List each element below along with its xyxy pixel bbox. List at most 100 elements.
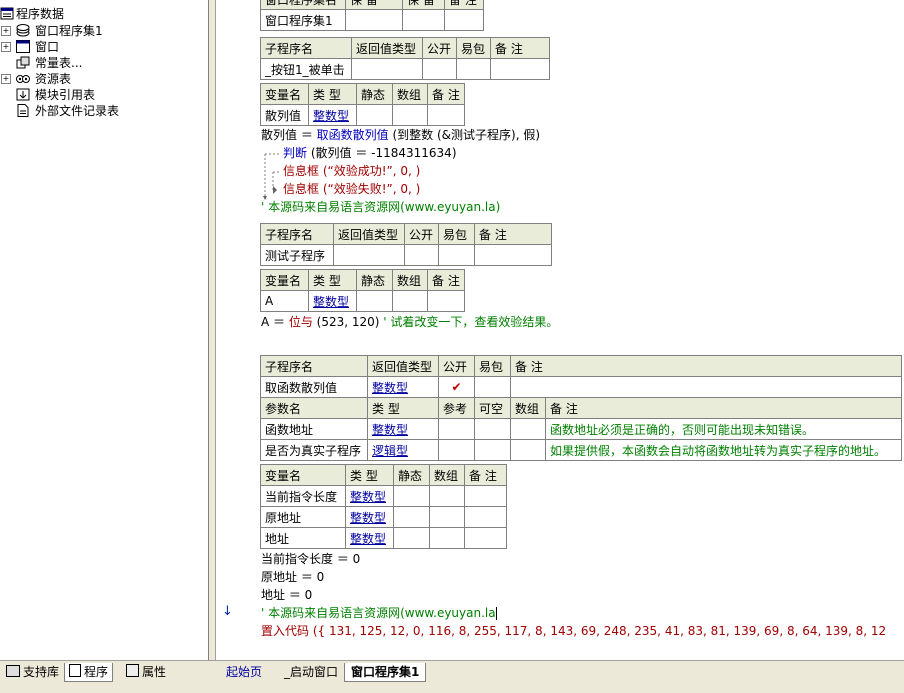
table-cell[interactable] — [474, 376, 511, 398]
table-header-cell: 子程序名 — [260, 37, 352, 59]
table-header-cell: 保 留 — [402, 0, 445, 10]
table-cell[interactable] — [490, 58, 550, 80]
comment-line[interactable]: ' 本源码来自易语言资源网(www.eyuyan.la) — [261, 198, 500, 216]
public-check-icon[interactable]: ✔ — [438, 376, 475, 398]
type-link[interactable]: 整数型 — [367, 418, 439, 440]
subroutine-table: 子程序名 返回值类型 公开 易包 备 注 _按钮1_被单击 — [260, 37, 550, 80]
table-cell[interactable]: 当前指令长度 — [260, 485, 346, 507]
tab-label: 支持库 — [23, 665, 60, 679]
table-cell[interactable] — [444, 9, 484, 31]
tab-support-library[interactable]: 支持库 — [2, 663, 63, 681]
code-line[interactable]: 置入代码 ({ 131, 125, 12, 0, 116, 8, 255, 11… — [261, 622, 886, 640]
type-link[interactable]: 整数型 — [345, 506, 394, 528]
type-link[interactable]: 逻辑型 — [367, 439, 439, 461]
code-line[interactable]: 当前指令长度 ＝ 0 — [261, 550, 360, 568]
type-link[interactable]: 整数型 — [367, 376, 439, 398]
tab-start-page[interactable]: 起始页 — [220, 663, 268, 681]
code-line[interactable]: 信息框 (“效验成功!”, 0, ) — [283, 162, 420, 180]
tree-item-label: 窗口程序集1 — [35, 24, 103, 38]
table-cell[interactable] — [510, 439, 546, 461]
comment-line[interactable]: ' 本源码来自易语言资源网(www.eyuyan.la — [261, 604, 497, 622]
table-cell[interactable] — [438, 418, 475, 440]
tree-item-label: 资源表 — [35, 72, 72, 86]
table-cell[interactable] — [333, 244, 405, 266]
panel-splitter[interactable] — [208, 0, 215, 660]
code-line[interactable]: A ＝ 位与 (523, 120) ' 试着改变一下，查看效验结果。 — [261, 313, 558, 331]
table-cell[interactable]: 原地址 — [260, 506, 346, 528]
table-header-cell: 参考 — [438, 397, 475, 419]
table-cell[interactable]: 是否为真实子程序 — [260, 439, 368, 461]
table-cell[interactable]: 散列值 — [260, 104, 309, 126]
comment-text: ' 试着改变一下，查看效验结果。 — [379, 315, 559, 329]
expand-toggle[interactable]: + — [1, 42, 11, 52]
table-cell[interactable] — [474, 244, 552, 266]
table-cell[interactable] — [393, 485, 430, 507]
table-header-cell: 保 留 — [345, 0, 403, 10]
table-cell[interactable] — [393, 506, 430, 528]
table-cell[interactable] — [429, 527, 465, 549]
code-editor[interactable]: 窗口程序集名 保 留 保 留 备 注 窗口程序集1 子程序名 返回值类型 公开 … — [256, 0, 904, 660]
table-header-cell: 类 型 — [308, 83, 357, 105]
table-cell[interactable] — [510, 376, 902, 398]
expand-toggle[interactable]: + — [1, 26, 11, 36]
code-line[interactable]: 原地址 ＝ 0 — [261, 568, 324, 586]
table-cell[interactable] — [356, 104, 393, 126]
table-cell[interactable]: 窗口程序集1 — [260, 9, 346, 31]
table-cell[interactable] — [402, 9, 445, 31]
code-line[interactable]: 地址 ＝ 0 — [261, 586, 312, 604]
table-cell[interactable] — [438, 439, 475, 461]
type-link[interactable]: 整数型 — [308, 290, 357, 312]
table-cell[interactable]: 函数地址 — [260, 418, 368, 440]
table-cell[interactable] — [438, 244, 475, 266]
tab-program[interactable]: 程序 — [64, 663, 114, 682]
table-cell[interactable]: 地址 — [260, 527, 346, 549]
table-header-cell: 备 注 — [464, 464, 507, 486]
table-cell[interactable]: A — [260, 290, 309, 312]
table-cell[interactable] — [351, 58, 423, 80]
table-cell[interactable] — [464, 527, 507, 549]
table-header-cell: 公开 — [404, 223, 439, 245]
param-comment[interactable]: 函数地址必须是正确的，否则可能出现未知错误。 — [545, 418, 902, 440]
table-cell[interactable] — [345, 9, 403, 31]
tree-root-label: 程序数据 — [16, 7, 65, 21]
table-cell[interactable] — [429, 485, 465, 507]
type-link[interactable]: 整数型 — [308, 104, 357, 126]
table-header-cell: 备 注 — [490, 37, 550, 59]
table-header-cell: 备 注 — [427, 83, 465, 105]
code-line[interactable]: 散列值 ＝ 取函数散列值 (到整数 (&测试子程序), 假) — [261, 126, 540, 144]
code-line[interactable]: 判断 (散列值 ＝ -1184311634) — [283, 144, 457, 162]
table-header-cell: 易包 — [456, 37, 491, 59]
type-link[interactable]: 整数型 — [345, 485, 394, 507]
table-cell[interactable] — [429, 506, 465, 528]
table-cell[interactable] — [510, 418, 546, 440]
table-cell[interactable] — [356, 290, 393, 312]
table-cell[interactable] — [404, 244, 439, 266]
table-cell[interactable]: 测试子程序 — [260, 244, 334, 266]
properties-icon — [126, 664, 139, 677]
table-header-cell: 备 注 — [474, 223, 552, 245]
table-cell[interactable] — [464, 506, 507, 528]
tab-startup-window[interactable]: _启动窗口 — [278, 663, 344, 681]
table-header-cell: 类 型 — [308, 269, 357, 291]
tab-properties[interactable]: 属性 — [122, 663, 170, 681]
table-cell[interactable] — [427, 290, 465, 312]
tree-item-label: 模块引用表 — [35, 88, 96, 102]
tab-window-assembly[interactable]: 窗口程序集1 — [344, 663, 427, 682]
constant-icon — [16, 56, 30, 69]
param-comment[interactable]: 如果提供假，本函数会自动将函数地址转为真实子程序的地址。 — [545, 439, 902, 461]
code-line[interactable]: 信息框 (“效验失败!”, 0, ) — [283, 180, 420, 198]
table-cell[interactable] — [392, 104, 428, 126]
table-cell[interactable] — [474, 439, 511, 461]
table-cell[interactable] — [393, 527, 430, 549]
table-cell[interactable]: 取函数散列值 — [260, 376, 368, 398]
table-cell[interactable] — [456, 58, 491, 80]
table-cell[interactable]: _按钮1_被单击 — [260, 58, 352, 80]
table-cell[interactable] — [427, 104, 465, 126]
table-cell[interactable] — [422, 58, 457, 80]
table-cell[interactable] — [464, 485, 507, 507]
expand-toggle[interactable]: + — [1, 74, 11, 84]
table-cell[interactable] — [474, 418, 511, 440]
type-link[interactable]: 整数型 — [345, 527, 394, 549]
table-cell[interactable] — [392, 290, 428, 312]
table-header-cell: 子程序名 — [260, 355, 368, 377]
